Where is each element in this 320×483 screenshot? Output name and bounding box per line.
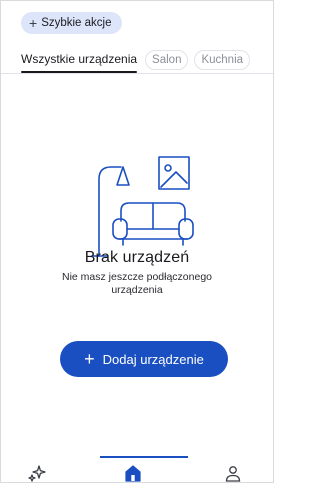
quick-actions-chip[interactable]: + Szybkie akcje <box>21 12 122 34</box>
empty-state-title: Brak urządzeń <box>84 249 190 266</box>
active-tab-indicator <box>100 456 188 458</box>
tab-all-devices[interactable]: Wszystkie urządzenia <box>21 48 138 73</box>
room-tabs: Wszystkie urządzenia Salon Kuchnia <box>1 46 273 74</box>
sparkle-icon[interactable] <box>27 463 47 483</box>
plus-icon: + <box>29 15 38 31</box>
home-icon[interactable] <box>123 463 143 483</box>
living-room-illustration <box>92 156 194 257</box>
add-device-label: Dodaj urządzenie <box>102 351 204 367</box>
app-screen: + Szybkie akcje Wszystkie urządzenia Sal… <box>0 0 274 483</box>
profile-icon[interactable] <box>223 463 243 483</box>
tab-kuchnia[interactable]: Kuchnia <box>194 50 251 70</box>
plus-icon: + <box>84 349 95 369</box>
tabs-divider <box>1 73 273 74</box>
quick-actions-label: Szybkie akcje <box>41 17 112 29</box>
tab-salon[interactable]: Salon <box>145 50 189 70</box>
add-device-button[interactable]: + Dodaj urządzenie <box>60 341 228 377</box>
empty-state-description: Nie masz jeszcze podłączonego urządzenia <box>62 271 212 296</box>
